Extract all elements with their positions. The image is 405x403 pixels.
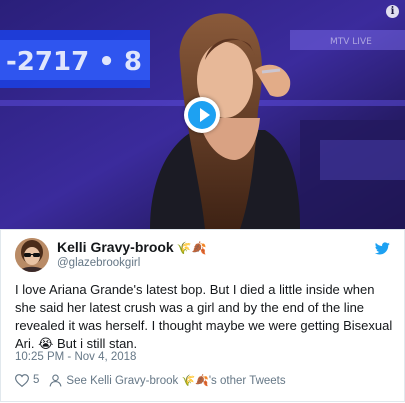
embedded-tweet: -2717 • 8 MTV LIVE i Kelli Gravy-brook 🌾…: [0, 0, 405, 403]
heart-icon[interactable]: [15, 373, 29, 387]
tweet-card: Kelli Gravy-brook 🌾🍂 @glazebrookgirl I lo…: [0, 230, 405, 402]
play-button[interactable]: [184, 97, 220, 133]
see-more-emoji: 🌾🍂: [181, 374, 209, 387]
play-triangle: [200, 108, 210, 122]
see-more-suffix: 's other Tweets: [208, 374, 286, 387]
svg-text:MTV LIVE: MTV LIVE: [330, 37, 372, 47]
tweet-timestamp[interactable]: 10:25 PM - Nov 4, 2018: [15, 351, 136, 363]
video-player[interactable]: -2717 • 8 MTV LIVE i: [0, 0, 405, 230]
info-icon[interactable]: i: [386, 5, 399, 18]
author-name[interactable]: Kelli Gravy-brook: [57, 239, 174, 255]
tweet-actions: 5 See Kelli Gravy-brook 🌾🍂's other Tweet…: [15, 371, 286, 389]
twitter-bird-icon[interactable]: [375, 242, 390, 255]
see-more-prefix: See Kelli Gravy-brook: [66, 374, 182, 387]
tweet-text: I love Ariana Grande's latest bop. But I…: [15, 281, 397, 353]
tweet-text-tail: But i still stan.: [53, 336, 138, 351]
crying-emoji: 😭: [38, 336, 54, 351]
like-count[interactable]: 5: [33, 374, 39, 386]
person-icon: [49, 374, 62, 387]
author-handle[interactable]: @glazebrookgirl: [57, 257, 140, 269]
author-emoji: 🌾🍂: [176, 241, 207, 255]
see-more-link[interactable]: See Kelli Gravy-brook 🌾🍂's other Tweets: [66, 374, 285, 387]
author-name-row[interactable]: Kelli Gravy-brook 🌾🍂: [57, 239, 207, 255]
avatar-image: [15, 238, 49, 272]
svg-text:-2717 • 8: -2717 • 8: [6, 47, 142, 77]
avatar[interactable]: [15, 238, 49, 272]
